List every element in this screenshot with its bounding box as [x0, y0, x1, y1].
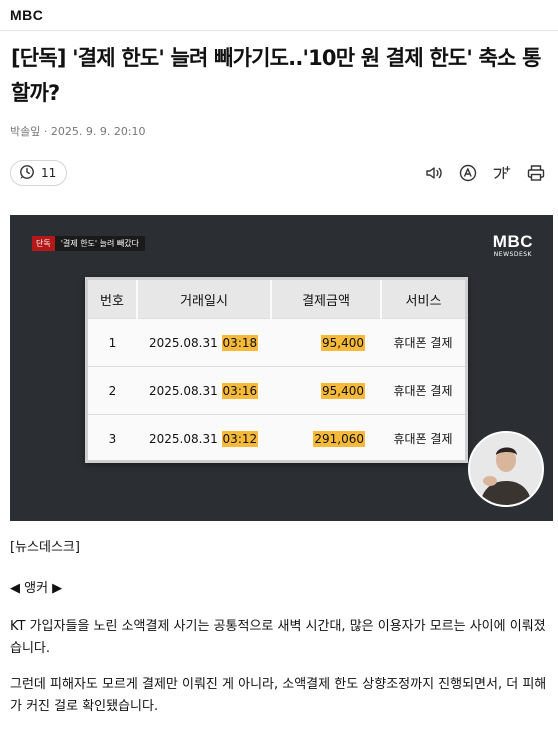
table-header-row: 번호 거래일시 결제금액 서비스: [88, 280, 465, 319]
table-row: 1 2025.08.31 03:18 95,400 휴대폰 결제: [88, 318, 465, 367]
row-service: 휴대폰 결제: [381, 414, 465, 462]
row-time: 03:12: [221, 430, 259, 447]
row-service: 휴대폰 결제: [381, 318, 465, 367]
row-service: 휴대폰 결제: [381, 366, 465, 415]
transaction-table: 번호 거래일시 결제금액 서비스 1 2025.08.31 03:18 95,4…: [88, 280, 465, 462]
video-player[interactable]: 단독 '결제 한도' 늘려 빼갔다 MBC NEWSDESK 번호 거래일시 결…: [10, 215, 553, 521]
comment-icon: [19, 164, 35, 183]
transaction-table-card: 번호 거래일시 결제금액 서비스 1 2025.08.31 03:18 95,4…: [85, 277, 468, 463]
article-headline: [단독] '결제 한도' 늘려 빼가기도..'10만 원 결제 한도' 축소 통…: [11, 46, 541, 105]
row-datetime: 2025.08.31 03:12: [137, 414, 271, 462]
article-toolbar: 11: [0, 160, 558, 186]
table-row: 2 2025.08.31 03:16 95,400 휴대폰 결제: [88, 366, 465, 415]
exclusive-badge: 단독 '결제 한도' 늘려 빼갔다: [32, 236, 146, 251]
sign-language-interpreter: [468, 431, 544, 507]
body-program-label: [뉴스데스크]: [10, 540, 80, 555]
article-byline: 박솔잎 · 2025. 9. 9. 20:10: [10, 125, 146, 138]
row-number: 1: [88, 318, 137, 367]
header-datetime: 거래일시: [137, 280, 272, 319]
comment-button[interactable]: 11: [10, 160, 68, 186]
row-amount: 95,400: [321, 334, 365, 351]
site-logo[interactable]: MBC: [10, 7, 43, 23]
tool-icons: [424, 163, 548, 183]
row-amount: 95,400: [321, 382, 365, 399]
header-service: 서비스: [381, 280, 465, 319]
row-amount-cell: 95,400: [271, 318, 381, 367]
row-date: 2025.08.31: [149, 383, 218, 398]
row-datetime: 2025.08.31 03:18: [137, 318, 271, 367]
row-date: 2025.08.31: [149, 335, 218, 350]
row-number: 3: [88, 414, 137, 462]
print-icon[interactable]: [526, 163, 546, 183]
row-time: 03:18: [221, 334, 259, 351]
font-size-icon[interactable]: [492, 163, 512, 183]
newsdesk-logo-text: NEWSDESK: [493, 251, 532, 258]
mbc-logo-text: MBC: [492, 232, 533, 251]
header-amount: 결제금액: [271, 280, 382, 319]
row-amount-cell: 95,400: [271, 366, 381, 415]
row-amount-cell: 291,060: [271, 414, 381, 462]
row-time: 03:16: [221, 382, 259, 399]
row-amount: 291,060: [313, 430, 365, 447]
translate-icon[interactable]: [458, 163, 478, 183]
table-row: 3 2025.08.31 03:12 291,060 휴대폰 결제: [88, 414, 465, 462]
video-caption: '결제 한도' 늘려 빼갔다: [54, 236, 146, 251]
row-number: 2: [88, 366, 137, 415]
body-anchor-label: ◀ 앵커 ▶: [10, 581, 63, 596]
header-number: 번호: [88, 280, 138, 319]
exclusive-label: 단독: [32, 236, 55, 251]
article-body: [뉴스데스크] ◀ 앵커 ▶ KT 가입자들을 노린 소액결제 사기는 공통적으…: [0, 537, 558, 718]
row-datetime: 2025.08.31 03:16: [137, 366, 271, 415]
body-paragraph: 그런데 피해자도 모르게 결제만 이뤄진 게 아니라, 소액결제 한도 상향조정…: [10, 677, 547, 714]
newsdesk-logo: MBC NEWSDESK: [493, 233, 533, 259]
speaker-icon[interactable]: [424, 163, 444, 183]
comment-count: 11: [41, 166, 57, 180]
row-date: 2025.08.31: [149, 431, 218, 446]
top-bar: MBC: [0, 0, 558, 31]
body-paragraph: KT 가입자들을 노린 소액결제 사기는 공통적으로 새벽 시간대, 많은 이용…: [10, 619, 546, 656]
